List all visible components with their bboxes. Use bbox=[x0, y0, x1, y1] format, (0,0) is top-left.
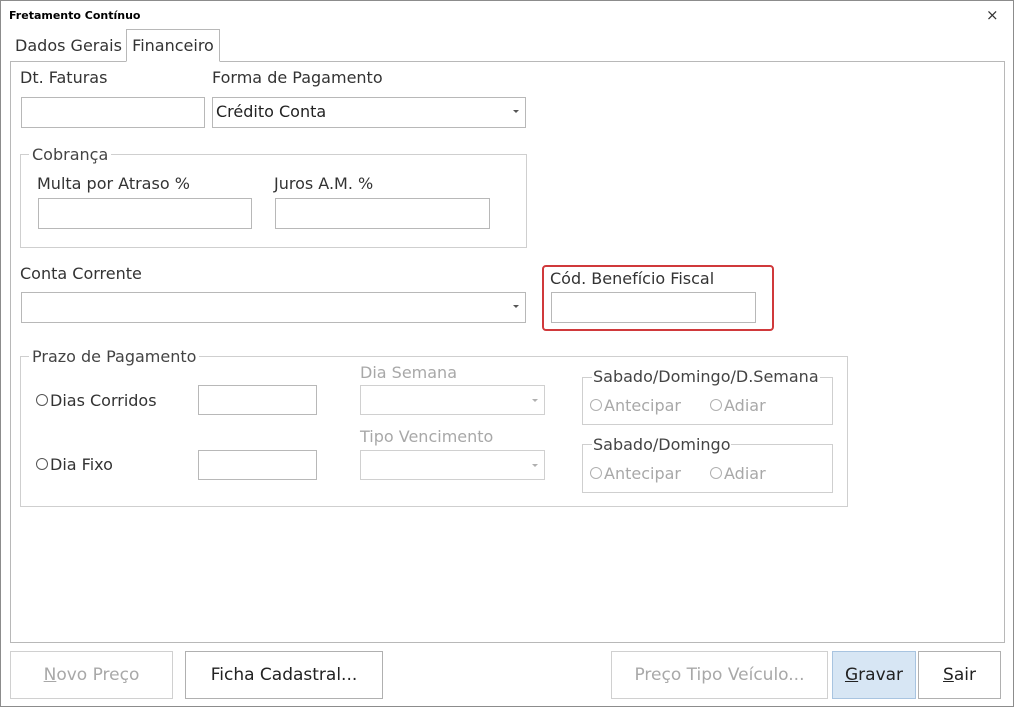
forma-pagamento-label: Forma de Pagamento bbox=[212, 68, 383, 87]
tab-financeiro[interactable]: Financeiro bbox=[126, 29, 220, 62]
cod-beneficio-field[interactable] bbox=[551, 292, 756, 323]
preco-tipo-veiculo-button[interactable]: Preço Tipo Veículo... bbox=[611, 651, 828, 699]
antecipar-label: Antecipar bbox=[604, 396, 681, 415]
gravar-label: ravar bbox=[858, 665, 904, 685]
tipo-vencimento-select[interactable] bbox=[360, 450, 545, 480]
dt-faturas-field[interactable] bbox=[21, 97, 205, 128]
dropdown-arrow-icon bbox=[532, 464, 538, 467]
adiar-label: Adiar bbox=[724, 464, 766, 483]
dia-fixo-field[interactable] bbox=[198, 450, 317, 480]
window-title: Fretamento Contínuo bbox=[9, 9, 141, 22]
radio-circle-icon bbox=[590, 398, 602, 411]
dropdown-arrow-icon bbox=[513, 110, 519, 113]
dia-fixo-radio[interactable]: Dia Fixo bbox=[36, 455, 113, 474]
radio-circle-icon bbox=[590, 466, 602, 479]
sab-dom-adiar-radio[interactable]: Adiar bbox=[710, 464, 766, 483]
sab-dom-dsemana-antecipar-radio[interactable]: Antecipar bbox=[590, 396, 681, 415]
sair-mnemonic: S bbox=[943, 665, 954, 685]
novo-preco-label: ovo Preço bbox=[56, 665, 140, 685]
novo-preco-mnemonic: N bbox=[43, 665, 57, 685]
forma-pagamento-value: Crédito Conta bbox=[216, 102, 327, 121]
gravar-mnemonic: G bbox=[844, 665, 859, 685]
dropdown-arrow-icon bbox=[513, 305, 519, 308]
sab-dom-dsemana-adiar-radio[interactable]: Adiar bbox=[710, 396, 766, 415]
conta-corrente-label: Conta Corrente bbox=[20, 264, 142, 283]
sab-dom-dsemana-legend: Sabado/Domingo/D.Semana bbox=[592, 367, 820, 386]
sair-label: air bbox=[953, 665, 976, 685]
conta-corrente-select[interactable] bbox=[21, 292, 526, 323]
cod-beneficio-label: Cód. Benefício Fiscal bbox=[550, 269, 715, 288]
juros-label: Juros A.M. % bbox=[274, 174, 374, 193]
antecipar-label: Antecipar bbox=[604, 464, 681, 483]
adiar-label: Adiar bbox=[724, 396, 766, 415]
gravar-button[interactable]: Gravar bbox=[832, 651, 916, 699]
cobranca-legend: Cobrança bbox=[29, 145, 112, 164]
dias-corridos-radio[interactable]: Dias Corridos bbox=[36, 391, 157, 410]
dia-fixo-label: Dia Fixo bbox=[50, 455, 113, 474]
tipo-vencimento-label: Tipo Vencimento bbox=[360, 427, 494, 446]
forma-pagamento-select[interactable]: Crédito Conta bbox=[212, 97, 526, 128]
dt-faturas-label: Dt. Faturas bbox=[20, 68, 108, 87]
sair-button[interactable]: Sair bbox=[918, 651, 1001, 699]
dia-semana-select[interactable] bbox=[360, 385, 545, 415]
tab-dados-gerais[interactable]: Dados Gerais bbox=[10, 31, 127, 61]
radio-circle-icon bbox=[36, 457, 48, 470]
ficha-cadastral-button[interactable]: Ficha Cadastral... bbox=[185, 651, 383, 699]
sab-dom-antecipar-radio[interactable]: Antecipar bbox=[590, 464, 681, 483]
juros-field[interactable] bbox=[275, 198, 490, 229]
prazo-pagamento-legend: Prazo de Pagamento bbox=[29, 347, 200, 366]
radio-circle-icon bbox=[36, 393, 48, 406]
dias-corridos-field[interactable] bbox=[198, 385, 317, 415]
multa-label: Multa por Atraso % bbox=[37, 174, 190, 193]
dropdown-arrow-icon bbox=[532, 399, 538, 402]
sab-dom-legend: Sabado/Domingo bbox=[592, 435, 732, 454]
multa-field[interactable] bbox=[38, 198, 252, 229]
radio-circle-icon bbox=[710, 466, 722, 479]
close-icon[interactable]: × bbox=[986, 6, 999, 24]
dias-corridos-label: Dias Corridos bbox=[50, 391, 157, 410]
radio-circle-icon bbox=[710, 398, 722, 411]
novo-preco-button[interactable]: Novo Preço bbox=[10, 651, 173, 699]
dia-semana-label: Dia Semana bbox=[360, 363, 457, 382]
